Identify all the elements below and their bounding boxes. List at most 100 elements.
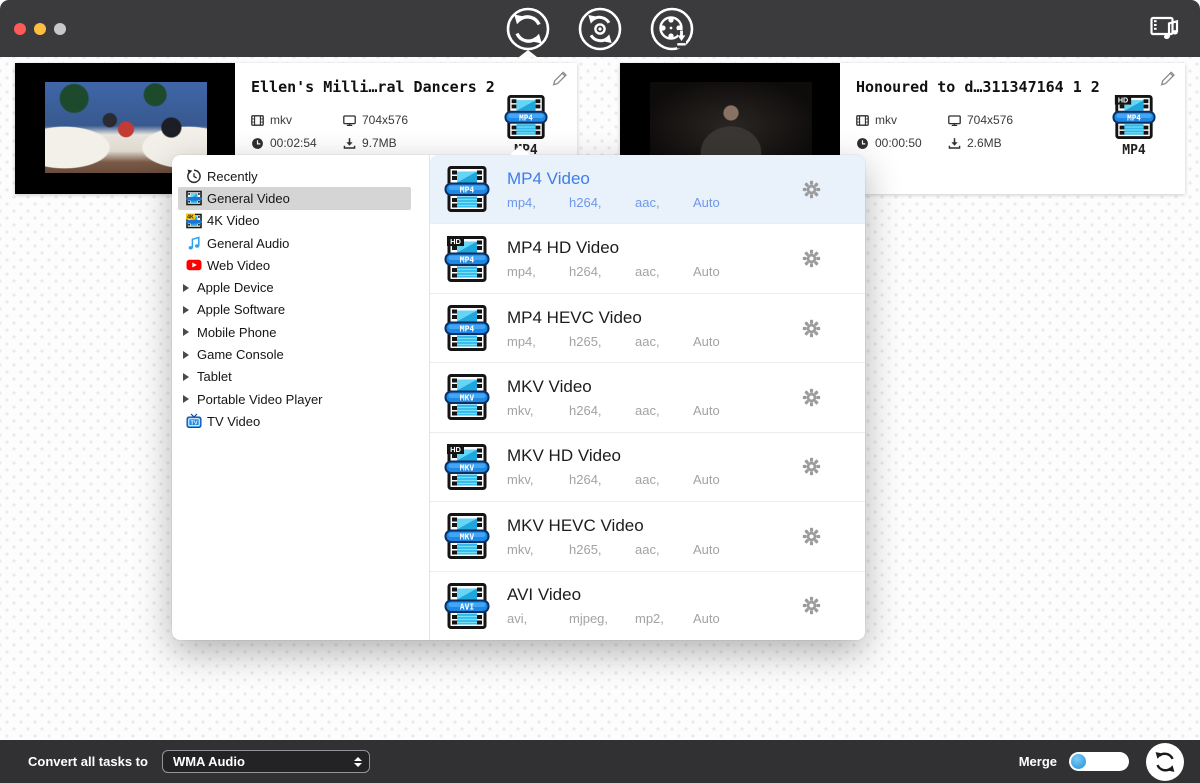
mkv-format-icon: MKV — [444, 374, 490, 420]
sidebar-item-portable-video-player[interactable]: Portable Video Player — [178, 388, 411, 410]
mp4-hd-format-icon: MP4 HD — [1112, 95, 1156, 139]
sidebar-item-label: General Audio — [207, 236, 289, 251]
output-format-select-value: WMA Audio — [173, 754, 245, 769]
format-row-mp4-video[interactable]: MP4 MP4 Video mp4,h264,aac,Auto — [430, 155, 865, 224]
format-specs: mp4,h264,aac,Auto — [507, 264, 720, 279]
format-row-mkv-hevc-video[interactable]: MKV MKV HEVC Video mkv,h265,aac,Auto — [430, 502, 865, 571]
svg-text:AVI: AVI — [460, 602, 475, 611]
mkv-format-icon: MKV — [444, 513, 490, 559]
convert-icon — [506, 7, 550, 51]
sidebar-item-recently[interactable]: Recently — [178, 165, 411, 187]
close-window-button[interactable] — [14, 23, 26, 35]
recent-clock-icon — [185, 168, 202, 184]
merge-toggle[interactable] — [1069, 752, 1129, 771]
format-settings-gear-icon[interactable] — [802, 526, 822, 546]
format-row-mkv-hd-video[interactable]: MKV HD MKV HD Video mkv,h264,aac,Auto — [430, 433, 865, 502]
sidebar-item-tv-video[interactable]: TV TV Video — [178, 410, 411, 432]
format-settings-gear-icon[interactable] — [802, 596, 822, 616]
convert-mode-button[interactable] — [506, 7, 550, 51]
sidebar-item-label: Tablet — [197, 369, 232, 384]
output-format-button[interactable]: MP4 MP4 — [497, 95, 555, 158]
hd-badge: HD — [1115, 95, 1131, 105]
format-settings-gear-icon[interactable] — [802, 318, 822, 338]
output-format-button[interactable]: MP4 HD MP4 — [1105, 95, 1163, 158]
svg-text:MKV: MKV — [460, 533, 475, 542]
video-film-icon — [185, 190, 202, 206]
task-title: Honoured to d…311347164 1 2 — [856, 78, 1169, 96]
sidebar-item-general-audio[interactable]: General Audio — [178, 232, 411, 254]
downloader-mode-button[interactable] — [650, 7, 694, 51]
format-settings-gear-icon[interactable] — [802, 387, 822, 407]
media-music-icon — [1150, 13, 1182, 43]
duration-icon — [856, 137, 869, 150]
task-details: mkv 704x576 00:02:54 — [251, 113, 486, 150]
media-library-button[interactable] — [1148, 13, 1184, 45]
svg-text:HD: HD — [1118, 97, 1128, 105]
format-list: MP4 MP4 Video mp4,h264,aac,Auto — [430, 155, 865, 640]
edit-pencil-icon[interactable] — [1158, 70, 1176, 88]
format-settings-gear-icon[interactable] — [802, 249, 822, 269]
sidebar-item-apple-device[interactable]: Apple Device — [178, 276, 411, 298]
resolution-icon — [948, 114, 961, 127]
hd-badge: HD — [447, 236, 464, 246]
resolution-value: 704x576 — [362, 113, 408, 127]
sidebar-item-label: 4K Video — [207, 213, 260, 228]
chevron-right-icon — [183, 306, 189, 314]
start-convert-button[interactable] — [1146, 743, 1184, 781]
svg-text:MP4: MP4 — [460, 255, 475, 264]
sidebar-item-general-video[interactable]: General Video — [178, 187, 411, 209]
format-name: MP4 HD Video — [507, 238, 720, 258]
avi-format-icon: AVI — [444, 583, 490, 629]
format-row-avi-video[interactable]: AVI AVI Video avi,mjpeg,mp2,Auto — [430, 572, 865, 640]
ripper-mode-button[interactable] — [578, 7, 622, 51]
format-icon-label: MP4 — [519, 113, 533, 122]
sidebar-item-tablet[interactable]: Tablet — [178, 366, 411, 388]
sidebar-item-label: TV Video — [207, 414, 260, 429]
mp4-format-icon: MP4 — [444, 166, 490, 212]
active-mode-notch — [519, 50, 537, 57]
format-name: AVI Video — [507, 585, 720, 605]
sidebar-item-label: Web Video — [207, 258, 270, 273]
resolution-icon — [343, 114, 356, 127]
sidebar-item-mobile-phone[interactable]: Mobile Phone — [178, 321, 411, 343]
container-value: mkv — [875, 113, 897, 127]
zoom-window-button[interactable] — [54, 23, 66, 35]
format-specs: mp4,h264,aac,Auto — [507, 195, 720, 210]
resolution-value: 704x576 — [967, 113, 1013, 127]
youtube-icon — [185, 257, 202, 273]
file-format-icon — [251, 114, 264, 127]
output-format-label: MP4 — [1105, 143, 1163, 158]
format-settings-gear-icon[interactable] — [802, 179, 822, 199]
sidebar-item-label: Game Console — [197, 347, 284, 362]
filesize-icon — [948, 137, 961, 150]
minimize-window-button[interactable] — [34, 23, 46, 35]
container-detail: mkv — [856, 113, 948, 127]
merge-label: Merge — [1019, 754, 1057, 769]
traffic-lights — [14, 0, 66, 57]
svg-text:MP4: MP4 — [460, 186, 475, 195]
sidebar-item-web-video[interactable]: Web Video — [178, 254, 411, 276]
sidebar-item-apple-software[interactable]: Apple Software — [178, 299, 411, 321]
sidebar-item-label: Portable Video Player — [197, 392, 323, 407]
format-specs: mkv,h264,aac,Auto — [507, 472, 720, 487]
chevron-right-icon — [183, 328, 189, 336]
format-row-mp4-hd-video[interactable]: MP4 HD MP4 HD Video mp4,h264,aac,Auto — [430, 224, 865, 293]
output-format-select[interactable]: WMA Audio — [162, 750, 370, 773]
edit-pencil-icon[interactable] — [550, 70, 568, 88]
filesize-value: 9.7MB — [362, 136, 397, 150]
svg-text:HD: HD — [450, 445, 461, 454]
format-row-mp4-hevc-video[interactable]: MP4 MP4 HEVC Video mp4,h265,aac,Auto — [430, 294, 865, 363]
svg-text:4K: 4K — [187, 214, 194, 220]
format-row-mkv-video[interactable]: MKV MKV Video mkv,h264,aac,Auto — [430, 363, 865, 432]
convert-icon — [1150, 747, 1180, 777]
sidebar-item-4k-video[interactable]: 4K 4K Video — [178, 210, 411, 232]
tv-icon: TV — [185, 413, 202, 429]
svg-text:TV: TV — [190, 421, 197, 427]
title-bar — [0, 0, 1200, 57]
sidebar-item-game-console[interactable]: Game Console — [178, 343, 411, 365]
music-note-icon — [185, 235, 202, 251]
duration-value: 00:00:50 — [875, 136, 922, 150]
format-icon-label: MP4 — [1127, 113, 1141, 122]
format-settings-gear-icon[interactable] — [802, 457, 822, 477]
svg-text:HD: HD — [450, 237, 461, 246]
